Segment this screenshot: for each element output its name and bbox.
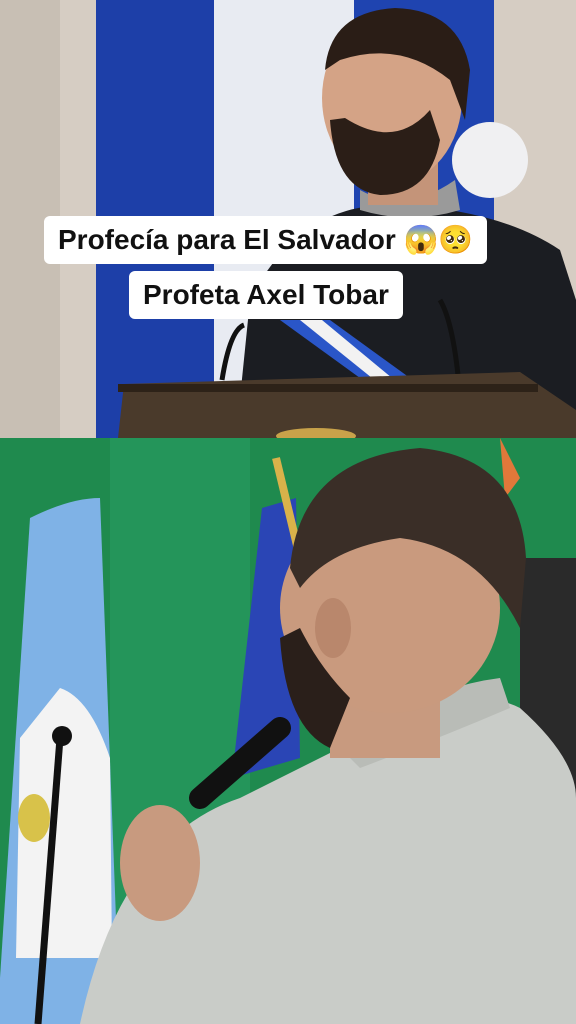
lamp-globe [452,122,528,198]
caption-line-2: Profeta Axel Tobar [129,271,403,319]
podium-edge [118,384,538,392]
hand [120,805,200,921]
ear [315,598,351,658]
flag-emblem [18,794,50,842]
stand-mic-head [52,726,72,746]
bottom-photo-scene [0,438,576,1024]
caption-line-1: Profecía para El Salvador 😱🥺 [44,216,488,264]
bottom-photo [0,438,576,1024]
